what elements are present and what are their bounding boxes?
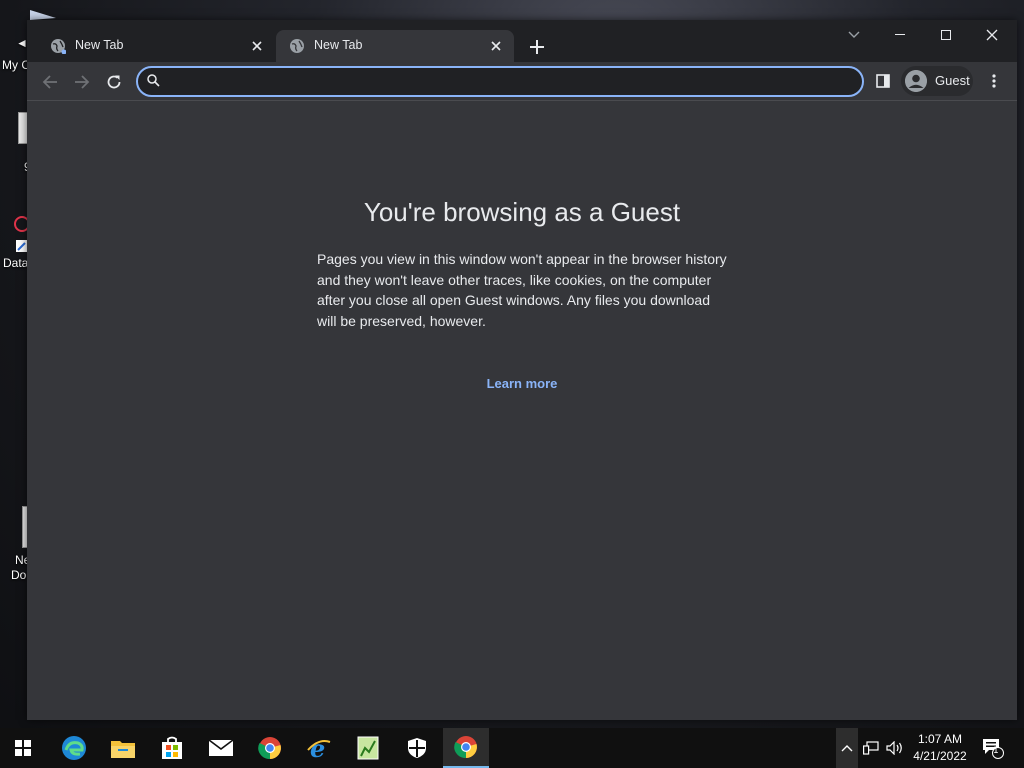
mail-icon xyxy=(209,740,233,756)
learn-more-container: Learn more xyxy=(27,375,1017,393)
profile-label: Guest xyxy=(935,73,970,88)
taskbar: e 1:07 AM 4/21/2022 1 xyxy=(0,728,1024,768)
search-icon xyxy=(147,74,160,87)
action-center-button[interactable]: 1 xyxy=(980,728,1006,768)
edge-icon xyxy=(62,736,86,760)
tab-title: New Tab xyxy=(75,38,124,52)
notification-count: 1 xyxy=(993,746,999,756)
learn-more-link[interactable]: Learn more xyxy=(487,376,558,391)
more-menu-icon[interactable] xyxy=(983,70,1005,92)
guest-page: You're browsing as a Guest Pages you vie… xyxy=(27,101,1017,720)
desktop-icon-label[interactable]: My C xyxy=(2,58,30,72)
page-description: Pages you view in this window won't appe… xyxy=(317,251,727,329)
tab-new-tab-2[interactable]: New Tab xyxy=(276,30,514,62)
back-button[interactable] xyxy=(36,68,64,96)
shield-icon xyxy=(408,738,426,758)
taskbar-edge[interactable] xyxy=(51,728,97,768)
globe-icon xyxy=(290,39,304,53)
minimize-button[interactable] xyxy=(877,20,923,50)
globe-icon xyxy=(51,39,66,54)
clock-time: 1:07 AM xyxy=(917,732,963,746)
folder-icon xyxy=(111,741,135,758)
taskbar-chrome-active[interactable] xyxy=(443,728,489,768)
address-input[interactable] xyxy=(168,71,852,93)
close-icon[interactable] xyxy=(486,36,506,56)
clock[interactable]: 1:07 AM 4/21/2022 xyxy=(900,731,980,765)
new-tab-button[interactable] xyxy=(525,35,549,59)
taskbar-file-explorer[interactable] xyxy=(100,728,146,768)
avatar-icon xyxy=(905,70,927,92)
taskbar-store[interactable] xyxy=(149,728,195,768)
forward-button[interactable] xyxy=(68,68,96,96)
profile-button[interactable]: Guest xyxy=(901,66,973,96)
tab-search-button[interactable] xyxy=(831,20,877,50)
spreadsheet-icon xyxy=(357,736,379,760)
show-hidden-icons-button[interactable] xyxy=(836,728,858,768)
close-window-button[interactable] xyxy=(969,20,1015,50)
toolbar: Guest xyxy=(27,62,1017,101)
address-bar[interactable] xyxy=(136,66,864,97)
tab-title: New Tab xyxy=(314,38,363,52)
chevron-up-icon xyxy=(841,745,853,752)
side-panel-icon[interactable] xyxy=(872,70,894,92)
page-title: You're browsing as a Guest xyxy=(363,197,681,227)
desktop-icon-label[interactable]: Do xyxy=(11,568,26,582)
internet-explorer-icon: e xyxy=(307,736,331,760)
taskbar-spreadsheet-app[interactable] xyxy=(345,728,391,768)
store-icon xyxy=(162,736,182,759)
reload-button[interactable] xyxy=(100,68,128,96)
chrome-icon xyxy=(454,736,477,759)
taskbar-chrome[interactable] xyxy=(247,728,293,768)
maximize-button[interactable] xyxy=(923,20,969,50)
network-icon xyxy=(863,741,879,755)
taskbar-internet-explorer[interactable]: e xyxy=(296,728,342,768)
taskbar-security[interactable] xyxy=(394,728,440,768)
clock-date: 4/21/2022 xyxy=(913,749,967,763)
start-button[interactable] xyxy=(0,728,46,768)
svg-text:e: e xyxy=(310,736,325,760)
windows-icon xyxy=(15,740,31,756)
tab-strip: New Tab New Tab xyxy=(27,20,1017,62)
chrome-icon xyxy=(258,737,281,760)
desktop-icon-label[interactable]: Data xyxy=(3,256,28,270)
tab-new-tab-1[interactable]: New Tab xyxy=(37,30,275,62)
taskbar-mail[interactable] xyxy=(198,728,244,768)
network-button[interactable] xyxy=(860,728,882,768)
shortcut-icon[interactable] xyxy=(12,214,28,254)
browser-window: New Tab New Tab Guest You're browsing as… xyxy=(27,20,1017,720)
close-icon[interactable] xyxy=(247,36,267,56)
